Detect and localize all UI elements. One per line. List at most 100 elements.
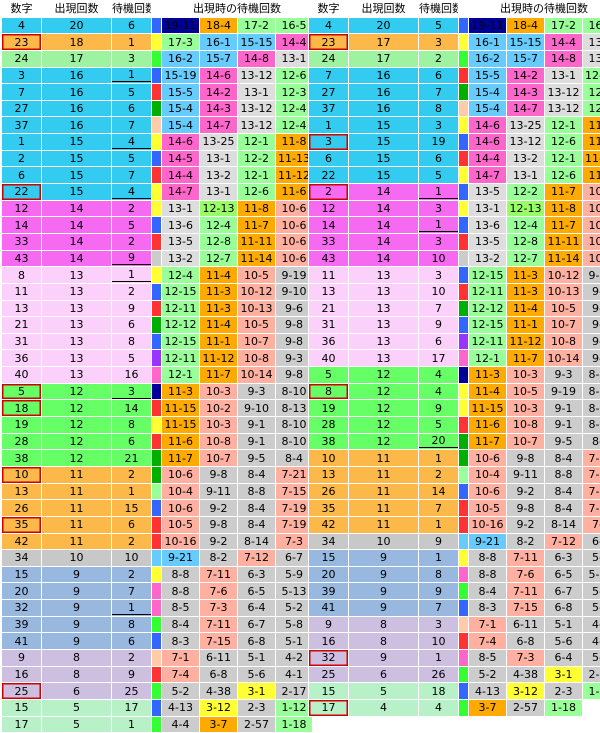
wait-history-cell: 11-4: [507, 300, 545, 317]
wait-history-cell: 8-10: [583, 400, 600, 417]
wait-history-cell: 6-7: [583, 533, 600, 550]
table-row: 40131612-111-710-149-8: [2, 367, 313, 384]
table-body: 420619-1118-417-216-52318117-316-115-151…: [2, 17, 313, 733]
wait-history-cell: 10-13: [545, 283, 583, 300]
wait-count-value: 9: [128, 668, 135, 681]
wait-history-cell: 9-3: [276, 350, 313, 367]
wait-history-cell: 11-12: [276, 167, 313, 184]
wait-count-value: 6: [435, 152, 442, 165]
table-row: 40131712-111-710-149-8: [309, 350, 600, 367]
wait-history-cell: 3-12: [507, 683, 545, 700]
wait-history-cell: 9-8: [200, 516, 238, 533]
wait-history-cell: 9-1: [238, 433, 276, 450]
table-row: 1311210-49-118-87-15: [309, 466, 600, 483]
color-swatch: [152, 417, 162, 434]
color-swatch: [152, 400, 162, 417]
table-row: 1011210-69-88-47-21: [2, 466, 313, 483]
wait-history-cell: 12-3: [276, 84, 313, 101]
wait-history-cell: 11-8: [276, 134, 313, 151]
wait-history-cell: 12-2: [238, 150, 276, 167]
number-cell: 13: [2, 300, 42, 317]
wait-history-cell: 14-4: [545, 34, 583, 51]
right-table-panel: 数字 出現回数 待機回数 出現時の待機回数 420519-1118-417-21…: [308, 0, 599, 717]
number-cell: 1: [2, 134, 42, 151]
appearance-count-cell: 9: [42, 583, 112, 600]
wait-count-value: 1: [128, 36, 135, 49]
wait-history-cell: 10-5: [545, 300, 583, 317]
table-row: 32918-57-36-45-2: [2, 600, 313, 617]
wait-count-value: 3: [435, 202, 442, 215]
table-row: 1214213-112-1311-810-6: [2, 200, 313, 217]
wait-count-cell: 4: [419, 367, 459, 384]
wait-history-cell: 6-4: [238, 600, 276, 617]
wait-count-cell: 5: [419, 417, 459, 434]
wait-history-cell: 13-5: [162, 233, 200, 250]
color-swatch: [459, 683, 469, 700]
number-cell: 39: [309, 583, 349, 600]
wait-count-cell: 2: [419, 50, 459, 67]
table-row: 38122011-710-79-58-4: [309, 433, 600, 450]
color-swatch: [459, 300, 469, 317]
table-row: 512411-310-39-38-10: [309, 367, 600, 384]
wait-history-cell: 14-6: [469, 134, 507, 151]
wait-history-cell: 7-12: [545, 533, 583, 550]
wait-count-value: 1: [435, 518, 442, 531]
appearance-count-cell: 12: [349, 367, 419, 384]
table-row: 2215414-713-112-611-6: [2, 184, 313, 201]
wait-count-cell: 10: [419, 250, 459, 267]
wait-count-cell: 3: [419, 267, 459, 284]
wait-count-cell: 6: [419, 333, 459, 350]
wait-count-cell: 2: [112, 283, 152, 300]
color-swatch: [459, 583, 469, 600]
wait-count-value: 2: [128, 202, 135, 215]
wait-history-cell: 15-5: [162, 84, 200, 101]
table-row: 2716615-414-313-1212-4: [2, 100, 313, 117]
wait-history-cell: 10-3: [507, 367, 545, 384]
wait-history-cell: 4-2: [276, 649, 313, 666]
table-row: 812411-410-59-198-13: [309, 383, 600, 400]
table-row: 3314313-512-811-1110-6: [309, 233, 600, 250]
wait-history-cell: 4-38: [507, 666, 545, 683]
wait-count-value: 20: [419, 435, 458, 448]
wait-count-value: 5: [435, 169, 442, 182]
appearance-count-cell: 16: [349, 67, 419, 84]
table-row: 3151914-613-1212-611-3: [309, 134, 600, 151]
wait-history-cell: 16-2: [162, 50, 200, 67]
appearance-count-cell: 5: [42, 716, 112, 733]
number-cell: 32: [309, 649, 349, 666]
color-swatch: [152, 699, 162, 716]
number-cell: 24: [309, 50, 349, 67]
appearance-count-cell: 14: [42, 233, 112, 250]
wait-history-cell: 10-4: [469, 466, 507, 483]
appearance-count-cell: 16: [349, 100, 419, 117]
wait-count-value: 4: [112, 136, 151, 149]
wait-history-cell: 12-6: [276, 67, 313, 84]
wait-history-cell: 4-2: [583, 616, 600, 633]
wait-history-cell: 12-7: [507, 250, 545, 267]
wait-history-cell: 10-6: [276, 200, 313, 217]
wait-count-value: 5: [435, 418, 442, 431]
wait-history-cell: 8-8: [238, 483, 276, 500]
wait-history-cell: 12-11: [469, 283, 507, 300]
wait-history-cell: 14-6: [162, 134, 200, 151]
wait-history-cell: 9-19: [545, 383, 583, 400]
wait-history-cell: 9-10: [238, 400, 276, 417]
wait-history-cell: 4-13: [469, 683, 507, 700]
wait-count-value: 10: [432, 635, 446, 648]
wait-history-cell: 10-3: [507, 400, 545, 417]
wait-history-cell: 7-11: [200, 616, 238, 633]
wait-history-cell: 8-2: [507, 533, 545, 550]
table-row: 4211110-169-28-147-3: [309, 516, 600, 533]
appearance-count-cell: 10: [349, 533, 419, 550]
wait-history-cell: 16-1: [469, 34, 507, 51]
table-row: 2113712-1211-410-59-8: [309, 300, 600, 317]
wait-history-cell: 10-6: [583, 233, 600, 250]
number-cell: 27: [2, 100, 42, 117]
table-row: 43141013-212-711-1410-6: [309, 250, 600, 267]
color-swatch: [459, 350, 469, 367]
color-swatch: [459, 483, 469, 500]
appearance-count-cell: 17: [349, 50, 419, 67]
table-row: 155184-133-122-31-12: [309, 683, 600, 700]
wait-history-cell: 11-7: [545, 184, 583, 201]
color-swatch: [152, 300, 162, 317]
